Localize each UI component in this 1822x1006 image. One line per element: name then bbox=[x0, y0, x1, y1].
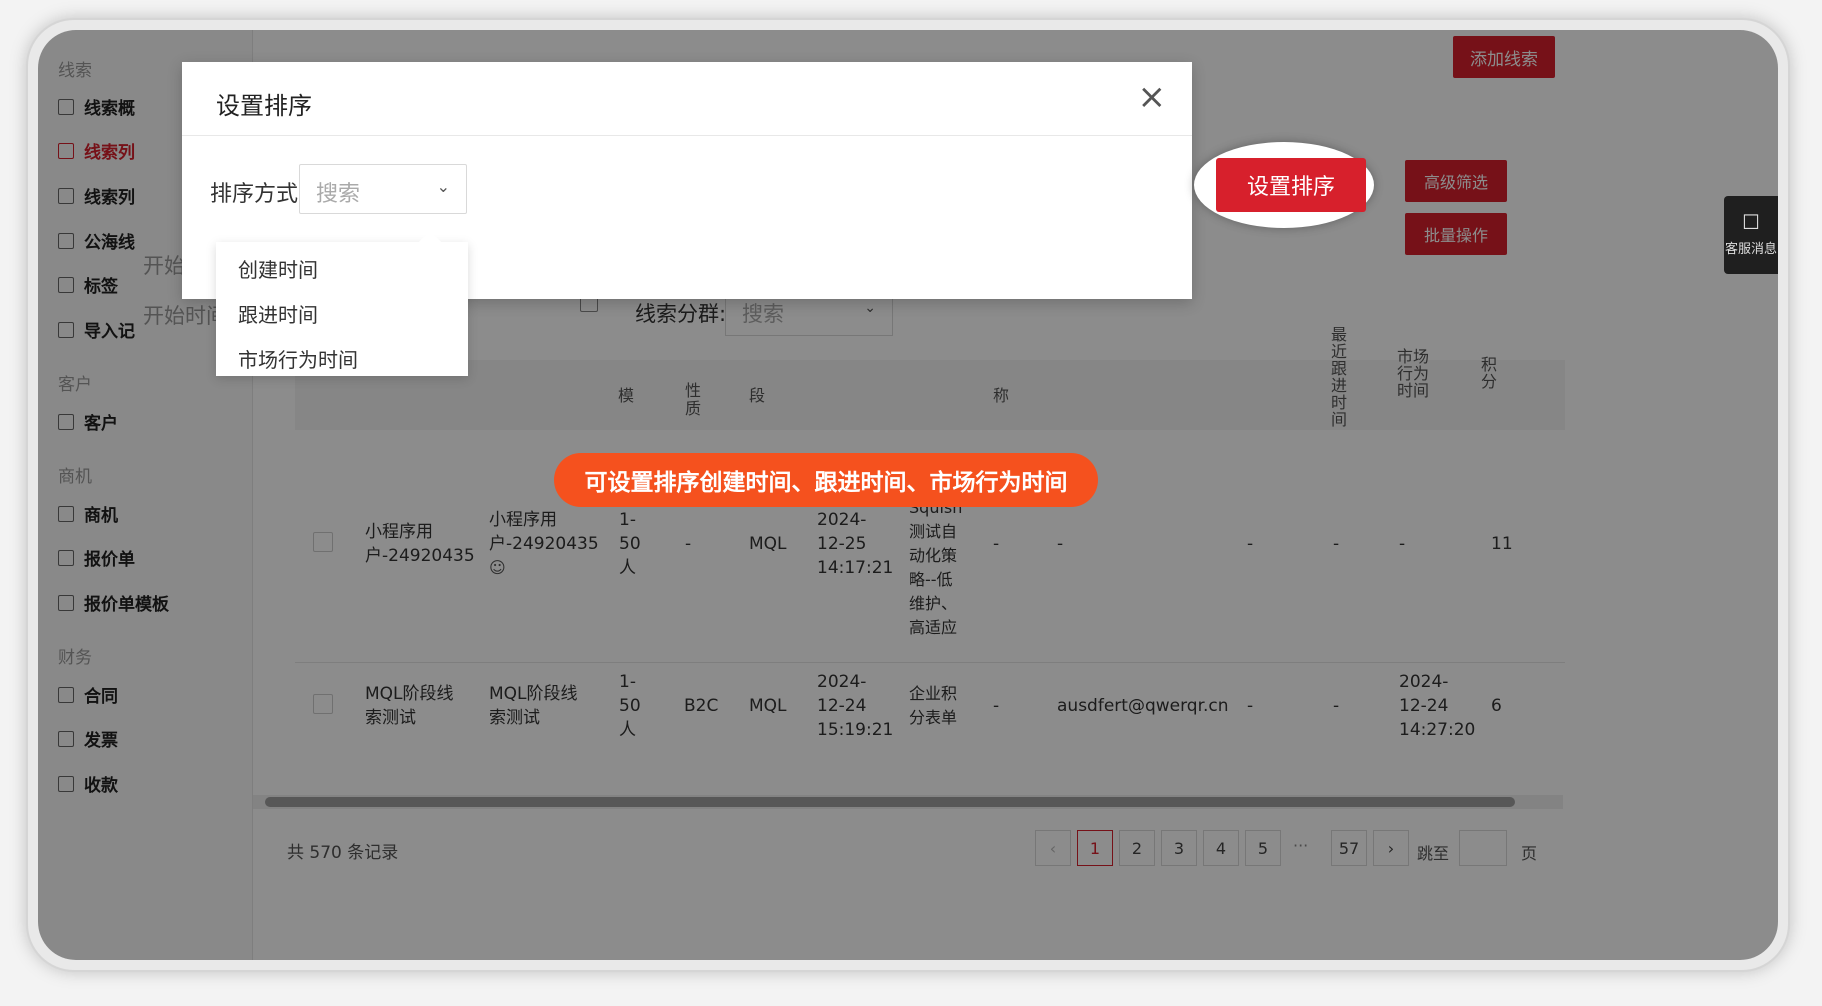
sort-method-label: 排序方式: bbox=[210, 182, 306, 207]
chat-label: 客服消息 bbox=[1724, 242, 1777, 257]
sort-option-created[interactable]: 创建时间 bbox=[238, 254, 318, 283]
chevron-down-icon: ⌄ bbox=[436, 177, 450, 196]
customer-service-widget[interactable]: ☐ 客服消息 bbox=[1724, 196, 1778, 274]
close-icon[interactable]: × bbox=[1138, 80, 1167, 114]
chat-icon: ☐ bbox=[1742, 210, 1760, 234]
sort-options-dropdown: 创建时间 跟进时间 市场行为时间 bbox=[216, 242, 468, 376]
sort-option-market[interactable]: 市场行为时间 bbox=[238, 344, 358, 373]
device-frame: 线索 线索概 线索列 线索列 公海线 标签 导入记 客户 客户 商机 商机 报价… bbox=[28, 20, 1788, 970]
sort-option-follow-up[interactable]: 跟进时间 bbox=[238, 299, 318, 328]
set-sort-button[interactable]: 设置排序 bbox=[1216, 158, 1366, 212]
modal-title: 设置排序 bbox=[216, 92, 312, 120]
sort-method-select[interactable]: 搜索 ⌄ bbox=[299, 164, 467, 214]
info-banner: 可设置排序创建时间、跟进时间、市场行为时间 bbox=[554, 453, 1098, 507]
app-screen: 线索 线索概 线索列 线索列 公海线 标签 导入记 客户 客户 商机 商机 报价… bbox=[38, 30, 1778, 960]
sort-select-placeholder: 搜索 bbox=[316, 182, 361, 207]
modal-divider bbox=[182, 135, 1192, 136]
